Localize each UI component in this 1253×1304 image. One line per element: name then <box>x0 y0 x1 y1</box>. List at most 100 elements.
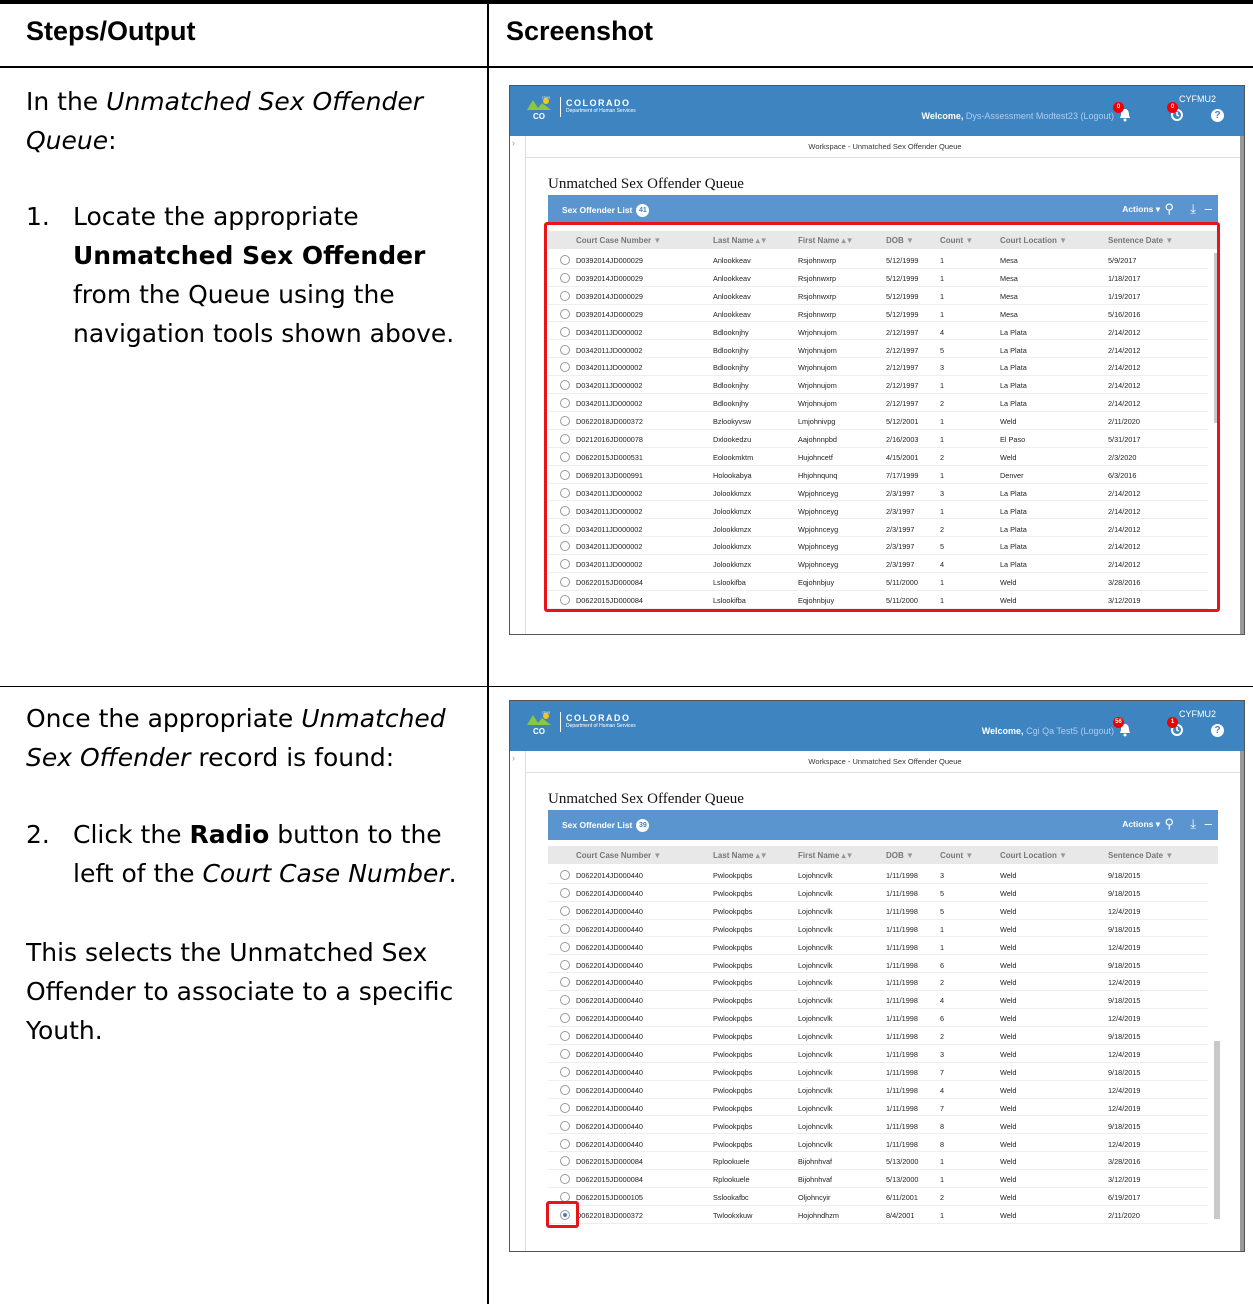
filter-icon: ▼ <box>1059 851 1068 860</box>
page-scrollbar[interactable] <box>1240 136 1244 634</box>
table-row[interactable]: D0622014JD000440 Pwlookpqbs Lojohncvlk 1/11… <box>548 920 1208 938</box>
row-radio-button[interactable] <box>560 905 570 916</box>
collapse-icon[interactable]: – <box>1205 816 1212 831</box>
column-header[interactable]: Last Name ▴▼ <box>713 851 768 860</box>
search-icon[interactable]: ⚲ <box>1164 201 1174 217</box>
table-row[interactable]: D0622014JD000440 Pwlookpqbs Lojohncvlk 1/11… <box>548 1063 1208 1081</box>
sidebar-toggle-icon[interactable]: › <box>512 753 515 763</box>
table-row[interactable]: D0622014JD000440 Pwlookpqbs Lojohncvlk 1/11… <box>548 973 1208 992</box>
search-icon[interactable]: ⚲ <box>1164 816 1174 832</box>
table-cell: Weld <box>1000 871 1017 880</box>
logout-link[interactable]: (Logout) <box>1080 726 1114 736</box>
download-icon[interactable]: ⤓ <box>1190 201 1196 217</box>
help-icon[interactable]: ? <box>1211 724 1224 737</box>
table-cell: Pwlookpqbs <box>713 942 753 952</box>
table-cell: 1/11/1998 <box>886 871 918 880</box>
table-row[interactable]: D0622014JD000440 Pwlookpqbs Lojohncvlk 1/11… <box>548 902 1208 920</box>
column-header[interactable]: First Name ▴▼ <box>798 851 854 860</box>
actions-dropdown[interactable]: Actions ▾ <box>1122 204 1160 215</box>
logout-link[interactable]: (Logout) <box>1080 111 1114 121</box>
table-row[interactable]: D0622014JD000440 Pwlookpqbs Lojohncvlk 1/11… <box>548 1117 1208 1135</box>
table-cell: Pwlookpqbs <box>713 1139 753 1149</box>
table-cell: 6 <box>940 960 945 970</box>
row-radio-button[interactable] <box>560 1049 570 1059</box>
table-row[interactable]: D0622018JD000372 Twlookxkuw Hojohndhzm 8/4/… <box>548 1206 1208 1224</box>
row-radio-button[interactable] <box>560 1066 570 1077</box>
table-cell: Lojohncvlk <box>798 960 833 970</box>
column-header[interactable]: DOB ▼ <box>886 851 914 860</box>
row-radio-button[interactable] <box>560 977 570 988</box>
row-radio-button[interactable] <box>560 1013 570 1024</box>
table-cell: 3/12/2019 <box>1108 1175 1141 1185</box>
list-count-badge: 41 <box>636 204 650 217</box>
table-cell: Weld <box>1000 1103 1017 1113</box>
table-cell: 1/11/1998 <box>886 906 918 916</box>
table-row[interactable]: D0622014JD000440 Pwlookpqbs Lojohncvlk 1/11… <box>548 1009 1208 1027</box>
column-header[interactable]: Count ▼ <box>940 851 973 860</box>
table-row[interactable]: D0622014JD000440 Pwlookpqbs Lojohncvlk 1/11… <box>548 991 1208 1010</box>
table-cell: Pwlookpqbs <box>713 1121 753 1131</box>
row-radio-button[interactable] <box>560 1174 570 1185</box>
row-radio-button[interactable] <box>560 1120 570 1131</box>
row-radio-button[interactable] <box>560 1156 570 1167</box>
table-cell: Pwlookpqbs <box>713 906 753 916</box>
row-radio-button[interactable] <box>560 1102 570 1113</box>
table-row[interactable]: D0622014JD000440 Pwlookpqbs Lojohncvlk 1/11… <box>548 1045 1208 1063</box>
table-cell: 1/11/1998 <box>886 1014 918 1024</box>
table-row[interactable]: D0622014JD000440 Pwlookpqbs Lojohncvlk 1/11… <box>548 956 1208 974</box>
row-radio-button[interactable] <box>560 923 570 934</box>
table-cell: Hojohndhzm <box>798 1211 839 1221</box>
table-cell: 1/11/1998 <box>886 942 918 952</box>
table-cell: Rplookuele <box>713 1175 750 1185</box>
table-header: Steps/Output Screenshot <box>0 0 1253 68</box>
table-cell: Weld <box>1000 1193 1017 1203</box>
table-row[interactable]: D0622014JD000440 Pwlookpqbs Lojohncvlk 1/11… <box>548 1135 1208 1153</box>
list-toolbar: Sex Offender List 41 Actions ▾ ⚲ ⤓ – <box>548 195 1218 225</box>
row-radio-button[interactable] <box>560 941 570 952</box>
table-row[interactable]: D0622015JD000105 Sslookafbc Oljohncyir 6/11… <box>548 1188 1208 1206</box>
actions-dropdown[interactable]: Actions ▾ <box>1122 819 1160 830</box>
download-icon[interactable]: ⤓ <box>1190 816 1196 832</box>
table-cell: 6 <box>940 1014 945 1024</box>
table-cell: 8/4/2001 <box>886 1211 915 1221</box>
table-row[interactable]: D0622014JD000440 Pwlookpqbs Lojohncvlk 1/11… <box>548 938 1208 956</box>
table-cell: Weld <box>1000 1121 1017 1131</box>
column-header[interactable]: Court Case Number ▼ <box>576 851 661 860</box>
logo-small: CDHS <box>542 711 551 715</box>
table-row[interactable]: D0622014JD000440 Pwlookpqbs Lojohncvlk 1/11… <box>548 884 1208 902</box>
table-cell: 9/18/2015 <box>1108 996 1141 1006</box>
table-cell: Pwlookpqbs <box>713 1067 753 1077</box>
table-cell: Lojohncvlk <box>798 1139 833 1149</box>
row-radio-button[interactable] <box>560 887 570 898</box>
row-radio-button[interactable] <box>560 1084 570 1095</box>
row-radio-button[interactable] <box>560 995 570 1006</box>
agency-name: COLORADO Department of Human Services <box>566 713 636 729</box>
table-row[interactable]: D0622014JD000440 Pwlookpqbs Lojohncvlk 1/11… <box>548 1081 1208 1099</box>
table-cell: D0622018JD000372 <box>576 1211 643 1221</box>
user-code: CYFMU2 <box>1178 709 1216 719</box>
step2-item: 2. Click the Radio button to the left of… <box>26 815 476 895</box>
logo-small: CDHS <box>542 96 551 100</box>
sidebar-toggle-icon[interactable]: › <box>512 138 515 148</box>
table-cell: Weld <box>1000 996 1017 1006</box>
column-header[interactable]: Sentence Date ▼ <box>1108 851 1173 860</box>
row-radio-button[interactable] <box>560 959 570 970</box>
table-cell: Weld <box>1000 906 1017 916</box>
collapse-icon[interactable]: – <box>1205 201 1212 216</box>
table-row[interactable]: D0622014JD000440 Pwlookpqbs Lojohncvlk 1/11… <box>548 1027 1208 1045</box>
grid-scrollbar[interactable] <box>1214 1041 1220 1219</box>
table-row[interactable]: D0622015JD000084 Rplookuele Bijohnhvaf 5/13… <box>548 1170 1208 1189</box>
table-cell: Pwlookpqbs <box>713 871 753 880</box>
table-cell: Weld <box>1000 1067 1017 1077</box>
column-header[interactable]: Court Location ▼ <box>1000 851 1067 860</box>
table-row[interactable]: D0622014JD000440 Pwlookpqbs Lojohncvlk 1/11… <box>548 866 1208 884</box>
table-row[interactable]: D0622015JD000084 Rplookuele Bijohnhvaf 5/13… <box>548 1152 1208 1171</box>
row-radio-button[interactable] <box>560 870 570 880</box>
help-icon[interactable]: ? <box>1211 109 1224 122</box>
table-row[interactable]: D0622014JD000440 Pwlookpqbs Lojohncvlk 1/11… <box>548 1099 1208 1117</box>
row-radio-button[interactable] <box>560 1138 570 1149</box>
table-cell: 1/11/1998 <box>886 1050 918 1059</box>
step1-body: Locate the appropriate Unmatched Sex Off… <box>73 202 455 348</box>
row-radio-button[interactable] <box>560 1031 570 1042</box>
page-scrollbar[interactable] <box>1240 751 1244 1251</box>
